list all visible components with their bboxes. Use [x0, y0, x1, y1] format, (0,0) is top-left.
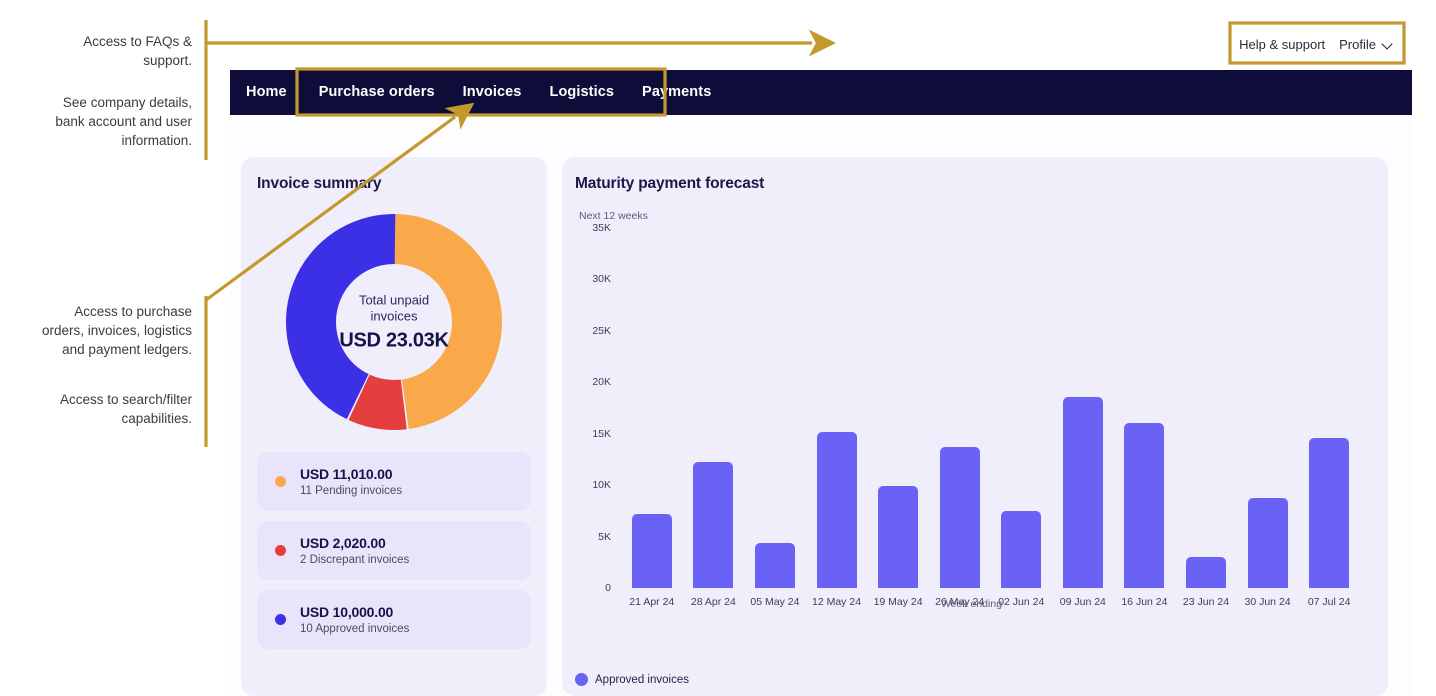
bar-slot: 09 Jun 24	[1052, 228, 1114, 608]
help-and-support-link[interactable]: Help & support	[1239, 37, 1325, 52]
legend-item-approved[interactable]: USD 10,000.00 10 Approved invoices	[257, 590, 531, 649]
y-axis-tick: 15K	[592, 427, 611, 440]
bar-slot: 28 Apr 24	[683, 228, 745, 608]
maturity-forecast-card: Maturity payment forecast Next 12 weeks …	[562, 157, 1388, 696]
bar-slot: 12 May 24	[806, 228, 868, 608]
bar-slot: 05 May 24	[744, 228, 806, 608]
bar-slot: 21 Apr 24	[621, 228, 683, 608]
legend-amount-pending: USD 11,010.00	[300, 465, 393, 482]
screenshot-root: Invoice summary Total unpaid invoices US…	[0, 0, 1436, 696]
bar[interactable]	[1062, 396, 1103, 588]
nav-item-home[interactable]: Home	[230, 70, 305, 115]
bar[interactable]	[631, 513, 672, 588]
y-axis-tick: 10K	[592, 479, 611, 492]
donut-center-value: USD 23.03K	[339, 328, 449, 351]
y-axis-tick: 20K	[592, 376, 611, 389]
bar-slot: 19 May 24	[867, 228, 929, 608]
annotation-note-company-details: See company details, bank account and us…	[55, 95, 192, 149]
y-axis-tick: 25K	[592, 324, 611, 337]
bar-slot: 23 Jun 24	[1175, 228, 1237, 608]
profile-label: Profile	[1339, 36, 1376, 52]
y-axis-tick: 30K	[592, 273, 611, 286]
donut-center-text: Total unpaid invoices USD 23.03K	[278, 292, 510, 352]
forecast-plot-area: 0 5K 10K 15K 20K 25K 30K 35K 21 Apr 24 28 Apr 24…	[575, 222, 1368, 628]
nav-item-payments[interactable]: Payments	[628, 70, 725, 115]
y-axis-tick: 35K	[592, 222, 611, 234]
legend-item-pending[interactable]: USD 11,010.00 11 Pending invoices	[257, 452, 531, 511]
invoice-summary-title: Invoice summary	[257, 175, 382, 192]
legend-sub-discrepant: 2 Discrepant invoices	[300, 554, 410, 567]
bar[interactable]	[1247, 497, 1288, 588]
bar[interactable]	[816, 431, 857, 588]
chart-legend[interactable]: Approved invoices	[575, 673, 689, 686]
bar-slot: 16 Jun 24	[1114, 228, 1176, 608]
bar[interactable]	[878, 486, 919, 588]
chevron-down-icon	[1383, 39, 1394, 50]
annotation-note-ledgers: Access to purchase orders, invoices, log…	[41, 304, 192, 358]
annotation-note-faqs: Access to FAQs & support.	[83, 34, 192, 69]
chart-legend-dot-approved	[575, 673, 588, 686]
bar-series-approved-invoices: 21 Apr 24 28 Apr 24 05 May 24 12 May 24 19 M…	[621, 228, 1360, 608]
forecast-title: Maturity payment forecast	[575, 175, 765, 192]
y-axis-tick: 5K	[598, 530, 611, 543]
bar[interactable]	[1185, 557, 1226, 588]
bar[interactable]	[939, 447, 980, 588]
donut-center-label: Total unpaid invoices	[358, 292, 430, 324]
bar[interactable]	[693, 461, 734, 588]
legend-dot-discrepant	[275, 545, 286, 556]
y-axis-tick: 0	[605, 582, 611, 594]
header-controls: Help & support Profile	[1227, 25, 1406, 63]
bar[interactable]	[1309, 437, 1350, 588]
nav-item-logistics[interactable]: Logistics	[535, 70, 628, 115]
main-navigation: Home Purchase orders Invoices Logistics …	[230, 70, 1412, 115]
bar-slot: 07 Jul 24	[1298, 228, 1360, 608]
bar[interactable]	[754, 542, 795, 588]
nav-item-purchase-orders[interactable]: Purchase orders	[305, 70, 449, 115]
profile-menu[interactable]: Profile	[1339, 37, 1394, 52]
forecast-subtitle: Next 12 weeks	[579, 210, 648, 222]
legend-dot-approved	[275, 614, 286, 625]
bar-slot: 26 May 24	[929, 228, 991, 608]
legend-sub-approved: 10 Approved invoices	[300, 623, 410, 636]
legend-amount-discrepant: USD 2,020.00	[300, 534, 386, 551]
bar[interactable]	[1124, 423, 1165, 588]
dashboard-body: Invoice summary Total unpaid invoices US…	[230, 115, 1412, 696]
nav-item-invoices[interactable]: Invoices	[449, 70, 536, 115]
x-axis-title: Week ending	[940, 598, 1003, 610]
chart-legend-label: Approved invoices	[595, 673, 689, 686]
legend-amount-approved: USD 10,000.00	[300, 603, 394, 620]
annotation-note-search-filter: Access to search/filter capabilities.	[59, 392, 192, 427]
bar[interactable]	[1001, 510, 1042, 588]
legend-sub-pending: 11 Pending invoices	[300, 485, 403, 498]
invoice-donut-chart: Total unpaid invoices USD 23.03K	[278, 206, 510, 438]
legend-item-discrepant[interactable]: USD 2,020.00 2 Discrepant invoices	[257, 521, 531, 580]
bar-slot: 02 Jun 24	[990, 228, 1052, 608]
bar-slot: 30 Jun 24	[1237, 228, 1299, 608]
legend-dot-pending	[275, 476, 286, 487]
invoice-summary-card: Invoice summary Total unpaid invoices US…	[241, 157, 547, 696]
